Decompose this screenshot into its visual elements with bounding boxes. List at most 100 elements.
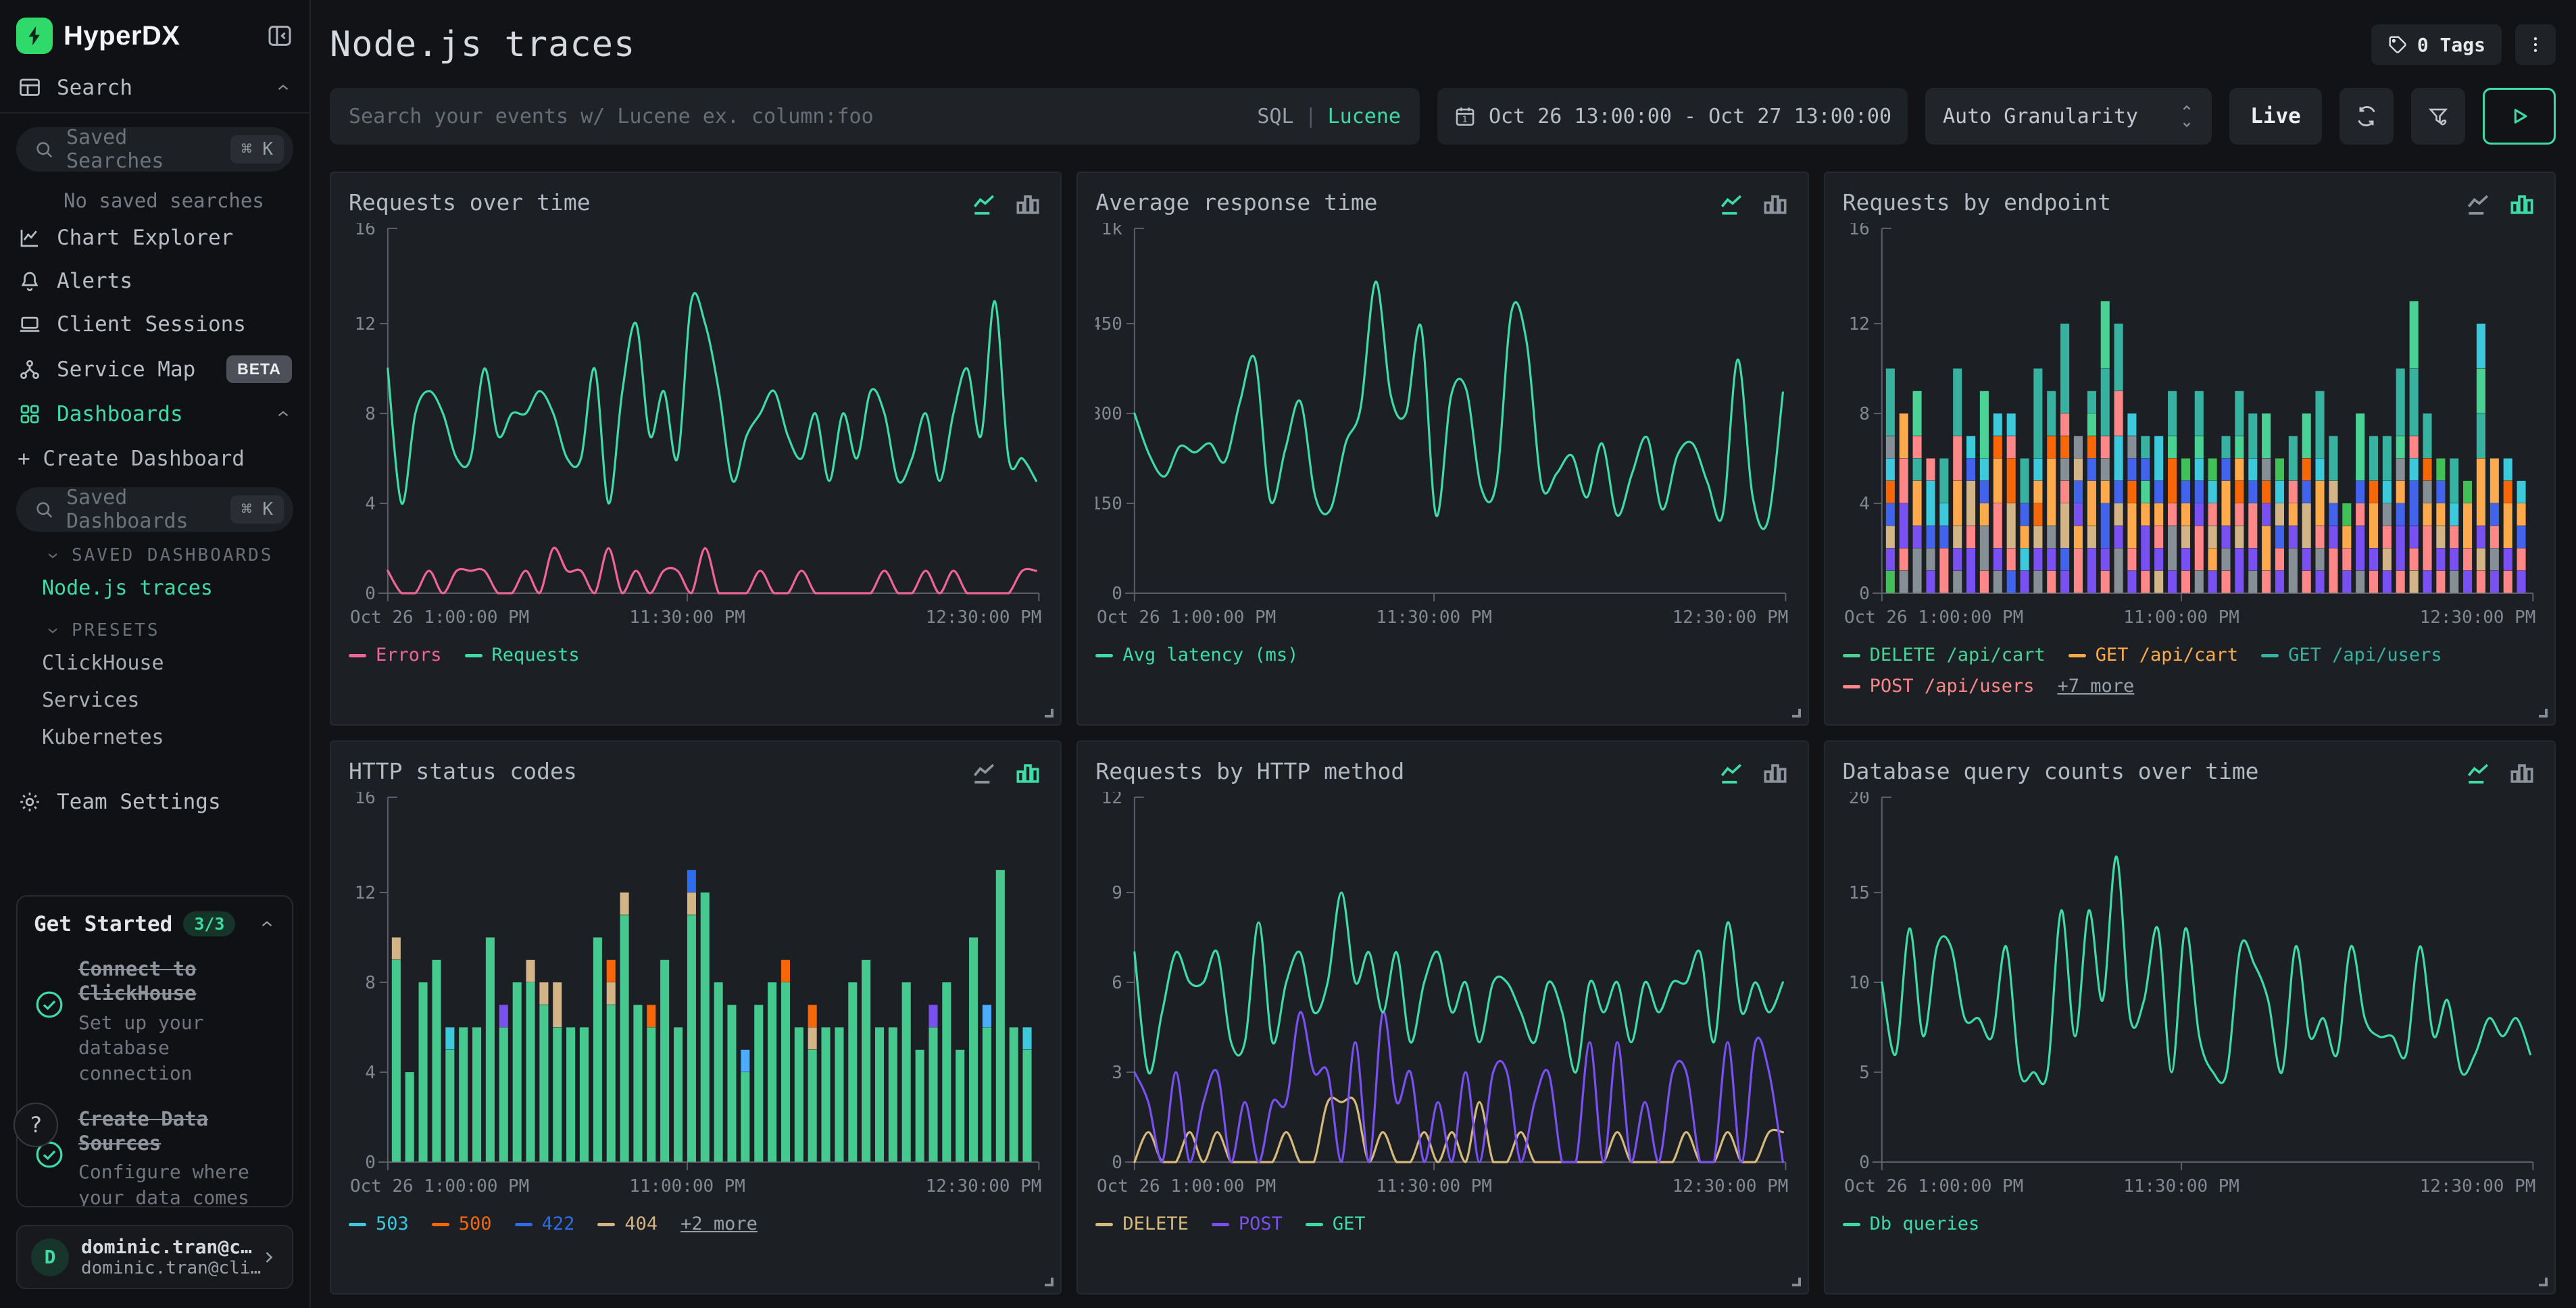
run-query-button[interactable] [2483, 88, 2556, 145]
chart-plot-avg-response-time[interactable]: 01503004501kOct 26 1:00:00 PM11:30:00 PM… [1095, 223, 1789, 636]
live-button[interactable]: Live [2229, 88, 2322, 145]
bar-chart-icon[interactable] [1013, 189, 1043, 219]
line-chart-icon[interactable] [970, 758, 999, 788]
sidebar: HyperDX Search Saved Searches ⌘ K No sav… [0, 0, 311, 1308]
saved-searches-input[interactable]: Saved Searches ⌘ K [16, 127, 293, 172]
bar-segment [2221, 571, 2230, 593]
dashboard-link-services[interactable]: Services [0, 682, 309, 719]
sidebar-item-chart-explorer[interactable]: Chart Explorer [0, 216, 309, 259]
legend-item-get[interactable]: GET [1306, 1211, 1366, 1238]
svg-text:Oct 26 1:00:00 PM: Oct 26 1:00:00 PM [1844, 607, 2023, 628]
bar-chart-icon[interactable] [1760, 189, 1790, 219]
resize-handle[interactable] [2539, 709, 2548, 718]
sidebar-item-team-settings[interactable]: Team Settings [0, 780, 309, 824]
line-chart-icon[interactable] [1717, 758, 1747, 788]
chart-plot-http-status-codes[interactable]: 0481216Oct 26 1:00:00 PM11:00:00 PM12:30… [349, 792, 1043, 1205]
get-started-task[interactable]: Create Data SourcesConfigure where your … [34, 1107, 276, 1207]
filter-button[interactable] [2411, 88, 2465, 145]
collapse-sidebar-icon[interactable] [266, 22, 293, 49]
bar-segment [768, 982, 776, 1162]
sql-option[interactable]: SQL [1257, 105, 1293, 128]
date-range-picker[interactable]: 1 Oct 26 13:00:00 - Oct 27 13:00:00 [1437, 88, 1908, 145]
tags-button[interactable]: 0 Tags [2371, 24, 2502, 65]
legend-item-requests[interactable]: Requests [465, 642, 580, 669]
chart-plot-requests-over-time[interactable]: 0481216Oct 26 1:00:00 PM11:30:00 PM12:30… [349, 223, 1043, 636]
legend-item-delete[interactable]: DELETE [1095, 1211, 1189, 1238]
legend-item-404[interactable]: 404 [597, 1211, 658, 1238]
resize-handle[interactable] [1045, 1278, 1054, 1286]
granularity-select[interactable]: Auto Granularity [1925, 88, 2212, 145]
query-language-toggle[interactable]: SQL | Lucene [1257, 105, 1401, 128]
legend-item-post-api-users[interactable]: POST /api/users [1843, 673, 2035, 700]
bar-chart-icon[interactable] [1013, 758, 1043, 788]
legend-item-get-api-cart[interactable]: GET /api/cart [2069, 642, 2238, 669]
bar-segment [2490, 459, 2498, 503]
bar-segment [2356, 503, 2364, 526]
help-button[interactable]: ? [14, 1103, 58, 1147]
bar-segment [2020, 503, 2029, 526]
bar-chart-icon[interactable] [2507, 758, 2537, 788]
sidebar-item-search[interactable]: Search [0, 66, 309, 109]
legend-item-503[interactable]: 503 [349, 1211, 409, 1238]
legend-more-link[interactable]: +7 more [2058, 673, 2135, 700]
bar-segment [2074, 549, 2083, 593]
get-started-header[interactable]: Get Started 3/3 [34, 911, 276, 936]
bar-segment [808, 1005, 817, 1027]
legend-item-500[interactable]: 500 [432, 1211, 492, 1238]
bar-segment [1885, 459, 1894, 481]
line-chart-icon[interactable] [970, 189, 999, 219]
bar-segment [2100, 503, 2109, 548]
svg-text:4: 4 [365, 494, 376, 514]
legend-label: 500 [459, 1211, 492, 1238]
bar-segment [2221, 481, 2230, 526]
sidebar-item-alerts[interactable]: Alerts [0, 259, 309, 303]
event-search-input[interactable]: Search your events w/ Lucene ex. column:… [330, 88, 1420, 145]
group-header-saved-dashboards[interactable]: SAVED DASHBOARDS [0, 532, 309, 570]
chart-plot-requests-by-endpoint[interactable]: 0481216Oct 26 1:00:00 PM11:00:00 PM12:30… [1843, 223, 2537, 636]
legend-more-link[interactable]: +2 more [680, 1211, 758, 1238]
line-chart-icon[interactable] [2464, 758, 2494, 788]
dashboard-link-node-js-traces[interactable]: Node.js traces [0, 570, 309, 607]
bar-segment [2181, 503, 2190, 526]
resize-handle[interactable] [1045, 709, 1054, 718]
saved-dashboards-input[interactable]: Saved Dashboards ⌘ K [16, 487, 293, 532]
chart-plot-db-query-counts[interactable]: 05101520Oct 26 1:00:00 PM11:30:00 PM12:3… [1843, 792, 2537, 1205]
create-dashboard-button[interactable]: + Create Dashboard [0, 436, 309, 474]
dashboard-link-clickhouse[interactable]: ClickHouse [0, 645, 309, 682]
legend-item-delete-api-cart[interactable]: DELETE /api/cart [1843, 642, 2046, 669]
bar-segment [889, 1028, 897, 1162]
legend-item-post[interactable]: POST [1212, 1211, 1283, 1238]
legend-item-422[interactable]: 422 [515, 1211, 575, 1238]
bar-chart-icon[interactable] [2507, 189, 2537, 219]
chart-card-db-query-counts: Database query counts over time05101520O… [1824, 740, 2556, 1294]
legend-item-avg-latency-ms-[interactable]: Avg latency (ms) [1095, 642, 1298, 669]
dashboard-link-kubernetes[interactable]: Kubernetes [0, 719, 309, 756]
sidebar-item-dashboards[interactable]: Dashboards [0, 393, 309, 436]
legend-item-errors[interactable]: Errors [349, 642, 442, 669]
bell-icon [18, 269, 42, 293]
legend-item-get-api-users[interactable]: GET /api/users [2261, 642, 2442, 669]
bar-segment [2382, 571, 2391, 593]
resize-handle[interactable] [1792, 1278, 1801, 1286]
line-chart-icon[interactable] [2464, 189, 2494, 219]
chart-plot-requests-by-http-method[interactable]: 036912Oct 26 1:00:00 PM11:30:00 PM12:30:… [1095, 792, 1789, 1205]
lucene-option[interactable]: Lucene [1328, 105, 1401, 128]
sidebar-item-client-sessions[interactable]: Client Sessions [0, 303, 309, 346]
get-started-task[interactable]: Connect to ClickHouseSet up your databas… [34, 957, 276, 1086]
bar-segment [647, 1005, 655, 1027]
legend-item-db-queries[interactable]: Db queries [1843, 1211, 1980, 1238]
group-header-presets[interactable]: PRESETS [0, 607, 309, 645]
sidebar-item-service-map[interactable]: Service MapBETA [0, 346, 309, 393]
refresh-button[interactable] [2339, 88, 2394, 145]
dashboard-menu-button[interactable] [2515, 24, 2556, 65]
svg-text:0: 0 [365, 1153, 376, 1173]
resize-handle[interactable] [1792, 709, 1801, 718]
bar-segment [2275, 549, 2284, 571]
user-profile-button[interactable]: D dominic.tran@c… dominic.tran@cli… [16, 1225, 293, 1289]
bar-segment [956, 1050, 964, 1162]
resize-handle[interactable] [2539, 1278, 2548, 1286]
bar-segment [875, 1028, 884, 1162]
chart-title: HTTP status codes [349, 758, 577, 784]
line-chart-icon[interactable] [1717, 189, 1747, 219]
bar-chart-icon[interactable] [1760, 758, 1790, 788]
